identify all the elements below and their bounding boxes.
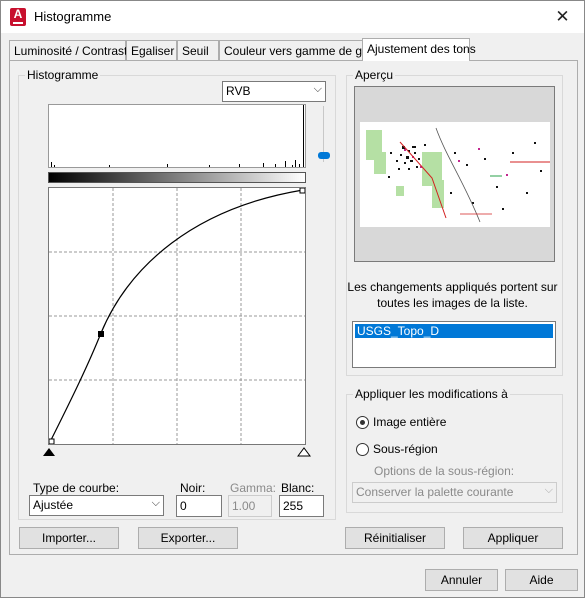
tone-gradient-bar (48, 172, 306, 183)
tab-threshold[interactable]: Seuil (177, 40, 219, 60)
histogram-group-label: Histogramme (25, 68, 101, 82)
radio-whole-image-dot[interactable] (356, 416, 369, 429)
export-button[interactable]: Exporter... (138, 527, 238, 549)
histogram-scale-slider[interactable] (318, 106, 330, 166)
channel-select[interactable]: RVB ⌵ (222, 81, 326, 102)
white-input[interactable]: 255 (279, 495, 324, 517)
tab-label: Couleur vers gamme de gris (224, 44, 375, 58)
curve-type-label: Type de courbe: (33, 481, 120, 495)
subregion-options-select: Conserver la palette courante ⌵ (352, 482, 557, 503)
title-bar: A Histogramme ✕ (1, 1, 584, 33)
subregion-options-label: Options de la sous-région: (374, 464, 515, 478)
preview-image (360, 122, 550, 227)
tab-equalize[interactable]: Egaliser (126, 40, 177, 60)
preview-group-label: Aperçu (353, 68, 396, 82)
histogram-dialog: A Histogramme ✕ Luminosité / Contraste E… (0, 0, 585, 598)
gamma-input: 1.00 (228, 495, 272, 517)
tab-label: Ajustement des tons (367, 42, 476, 56)
cancel-button[interactable]: Annuler (425, 569, 498, 591)
black-point-marker[interactable] (43, 448, 55, 456)
window-title: Histogramme (34, 9, 112, 24)
tone-curve-editor[interactable] (48, 187, 306, 445)
chevron-down-icon: ⌵ (151, 497, 160, 509)
close-icon[interactable]: ✕ (541, 1, 584, 33)
image-list-item[interactable]: USGS_Topo_D (355, 324, 553, 338)
tab-tone-adjustment[interactable]: Ajustement des tons (362, 38, 476, 61)
chevron-down-icon: ⌵ (313, 83, 322, 95)
white-label: Blanc: (281, 481, 315, 495)
preview-frame (354, 86, 555, 262)
radio-subregion-dot[interactable] (356, 443, 369, 456)
reset-button[interactable]: Réinitialiser (345, 527, 445, 549)
curve-end-point[interactable] (299, 188, 305, 194)
tab-color-to-grayscale[interactable]: Couleur vers gamme de gris (219, 40, 375, 60)
curve-start-point[interactable] (49, 438, 55, 444)
tab-label: Luminosité / Contraste (14, 44, 135, 58)
radio-whole-image-label: Image entière (373, 415, 447, 429)
black-input[interactable]: 0 (176, 495, 222, 517)
app-icon-letter: A (13, 7, 23, 21)
channel-select-value: RVB (226, 84, 251, 98)
chevron-down-icon: ⌵ (544, 484, 553, 496)
help-button[interactable]: Aide (505, 569, 578, 591)
apply-to-group-label: Appliquer les modifications à (353, 387, 510, 401)
tab-label: Egaliser (131, 44, 175, 58)
curve-type-select[interactable]: Ajustée ⌵ (29, 495, 164, 516)
curve-type-value: Ajustée (33, 498, 74, 512)
subregion-options-value: Conserver la palette courante (356, 485, 514, 499)
import-button[interactable]: Importer... (19, 527, 119, 549)
white-point-marker[interactable] (297, 447, 311, 457)
tab-brightness-contrast[interactable]: Luminosité / Contraste (9, 40, 134, 60)
apply-button[interactable]: Appliquer (463, 527, 563, 549)
image-listbox[interactable]: USGS_Topo_D (352, 321, 556, 368)
black-label: Noir: (180, 481, 206, 495)
app-icon: A (10, 8, 26, 26)
curve-control-point[interactable] (98, 331, 104, 337)
histogram-display (48, 104, 306, 168)
tab-label: Seuil (182, 44, 209, 58)
radio-subregion-label: Sous-région (373, 442, 438, 456)
gamma-label: Gamma: (230, 481, 277, 495)
preview-info-text: Les changements appliqués portent sur to… (347, 280, 558, 310)
